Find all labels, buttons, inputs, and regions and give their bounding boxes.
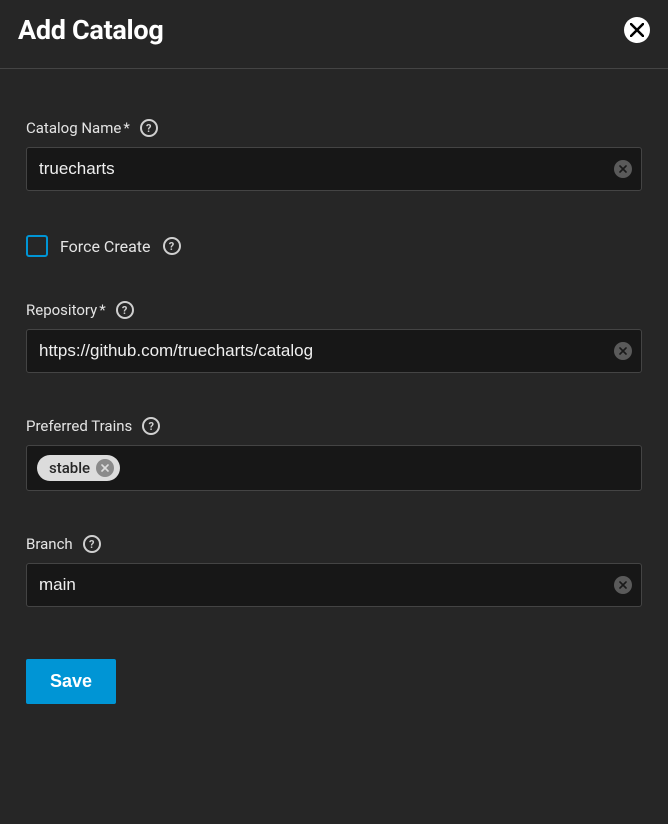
chip-remove-button[interactable] xyxy=(96,459,114,477)
catalog-name-input[interactable] xyxy=(26,147,642,191)
branch-label: Branch xyxy=(26,535,73,553)
preferred-trains-field: Preferred Trains ? stable xyxy=(26,417,642,491)
chip-label: stable xyxy=(49,459,90,477)
catalog-name-label: Catalog Name* xyxy=(26,119,130,137)
force-create-label: Force Create xyxy=(60,237,151,256)
force-create-field: Force Create ? xyxy=(26,235,642,257)
help-icon[interactable]: ? xyxy=(116,301,134,319)
clear-icon xyxy=(619,347,627,355)
help-icon[interactable]: ? xyxy=(83,535,101,553)
branch-label-row: Branch ? xyxy=(26,535,642,553)
repository-input-wrap xyxy=(26,329,642,373)
force-create-checkbox[interactable] xyxy=(26,235,48,257)
catalog-name-input-wrap xyxy=(26,147,642,191)
dialog-footer: Save xyxy=(0,633,668,730)
branch-input-wrap xyxy=(26,563,642,607)
catalog-name-field: Catalog Name* ? xyxy=(26,119,642,191)
catalog-name-label-row: Catalog Name* ? xyxy=(26,119,642,137)
dialog-header: Add Catalog xyxy=(0,0,668,68)
branch-input[interactable] xyxy=(26,563,642,607)
train-chip: stable xyxy=(37,455,120,481)
close-icon xyxy=(101,464,109,472)
repository-label-text: Repository xyxy=(26,301,97,319)
preferred-trains-input[interactable]: stable xyxy=(26,445,642,491)
repository-label-row: Repository* ? xyxy=(26,301,642,319)
repository-clear-button[interactable] xyxy=(614,342,632,360)
catalog-name-clear-button[interactable] xyxy=(614,160,632,178)
repository-input[interactable] xyxy=(26,329,642,373)
help-icon[interactable]: ? xyxy=(140,119,158,137)
branch-clear-button[interactable] xyxy=(614,576,632,594)
preferred-trains-label-row: Preferred Trains ? xyxy=(26,417,642,435)
help-icon[interactable]: ? xyxy=(142,417,160,435)
repository-field: Repository* ? xyxy=(26,301,642,373)
close-button[interactable] xyxy=(624,17,650,43)
add-catalog-dialog: Add Catalog Catalog Name* ? Fo xyxy=(0,0,668,824)
save-button[interactable]: Save xyxy=(26,659,116,704)
clear-icon xyxy=(619,165,627,173)
branch-field: Branch ? xyxy=(26,535,642,607)
dialog-content: Catalog Name* ? Force Create ? Repositor… xyxy=(0,69,668,633)
close-icon xyxy=(630,23,644,37)
help-icon[interactable]: ? xyxy=(163,237,181,255)
dialog-title: Add Catalog xyxy=(18,14,163,46)
required-mark: * xyxy=(123,119,129,137)
clear-icon xyxy=(619,581,627,589)
catalog-name-label-text: Catalog Name xyxy=(26,119,121,137)
preferred-trains-label: Preferred Trains xyxy=(26,417,132,435)
repository-label: Repository* xyxy=(26,301,106,319)
required-mark: * xyxy=(99,301,105,319)
